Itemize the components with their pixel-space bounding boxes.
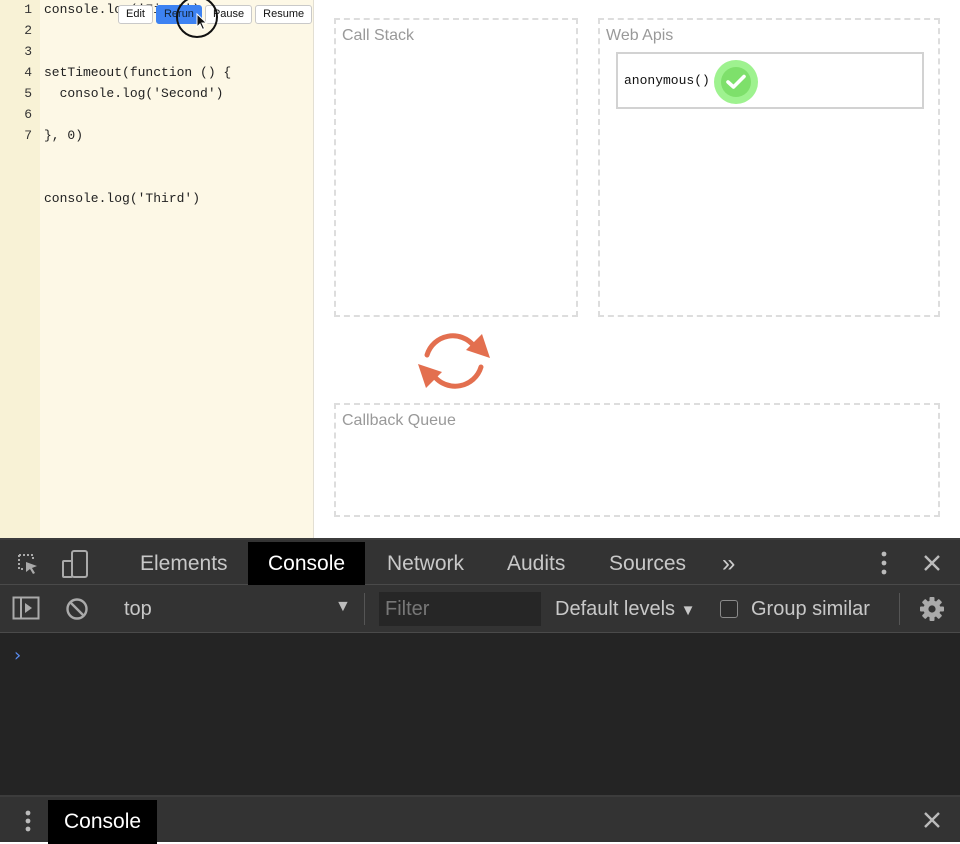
clear-console-icon[interactable] xyxy=(65,597,89,621)
toolbar-divider xyxy=(899,593,900,625)
context-selector[interactable]: top xyxy=(124,598,152,621)
tab-console[interactable]: Console xyxy=(248,542,366,585)
sidebar-toggle-icon[interactable] xyxy=(12,596,40,620)
web-api-task: anonymous() xyxy=(616,52,924,109)
tab-sources[interactable]: Sources xyxy=(609,542,686,585)
line-number: 4 xyxy=(24,65,32,80)
code-line[interactable]: console.log('Third') xyxy=(44,191,200,206)
console-drawer: Console xyxy=(0,795,960,844)
more-tabs-button[interactable]: » xyxy=(722,542,735,585)
console-toolbar: top ▼ Default levels ▼ Group similar xyxy=(0,585,960,633)
line-gutter: 1 2 3 4 5 6 7 xyxy=(0,0,40,538)
tab-audits[interactable]: Audits xyxy=(507,542,565,585)
line-number: 3 xyxy=(24,44,32,59)
web-apis-panel: Web Apis anonymous() xyxy=(598,18,940,317)
devtools: Elements Console Network Audits Sources … xyxy=(0,538,960,844)
close-icon[interactable] xyxy=(922,553,942,573)
toolbar-divider xyxy=(364,593,365,625)
filter-input[interactable] xyxy=(379,592,541,626)
devtools-tab-bar: Elements Console Network Audits Sources … xyxy=(0,538,960,585)
line-number: 2 xyxy=(24,23,32,38)
code-editor[interactable]: 1 2 3 4 5 6 7 console.log('First') setTi… xyxy=(0,0,314,538)
drawer-tab-console[interactable]: Console xyxy=(48,800,158,844)
callback-queue-title: Callback Queue xyxy=(342,412,456,429)
log-levels-dropdown[interactable]: Default levels ▼ xyxy=(555,598,695,621)
code-line[interactable]: }, 0) xyxy=(44,128,83,143)
console-prompt[interactable]: › xyxy=(14,645,21,666)
task-label: anonymous() xyxy=(624,73,710,88)
chevron-down-icon[interactable]: ▼ xyxy=(335,598,351,616)
kebab-menu-icon[interactable] xyxy=(878,550,890,576)
line-number: 5 xyxy=(24,86,32,101)
mouse-pointer-icon xyxy=(196,13,208,31)
web-apis-title: Web Apis xyxy=(606,27,674,44)
call-stack-panel: Call Stack xyxy=(334,18,578,317)
tab-elements[interactable]: Elements xyxy=(140,542,228,585)
log-levels-label: Default levels xyxy=(555,598,676,620)
gear-icon[interactable] xyxy=(919,596,945,622)
line-number: 6 xyxy=(24,107,32,122)
check-icon xyxy=(714,60,758,104)
app-area: 1 2 3 4 5 6 7 console.log('First') setTi… xyxy=(0,0,960,538)
device-toolbar-icon[interactable] xyxy=(60,549,90,579)
drawer-menu-icon[interactable] xyxy=(22,809,34,833)
group-similar-checkbox[interactable] xyxy=(720,600,738,618)
close-drawer-icon[interactable] xyxy=(922,810,942,830)
inspect-element-icon[interactable] xyxy=(16,552,40,576)
callback-queue-panel: Callback Queue xyxy=(334,403,940,517)
resume-button[interactable]: Resume xyxy=(255,5,313,24)
group-similar-label[interactable]: Group similar xyxy=(751,598,870,621)
tab-network[interactable]: Network xyxy=(387,542,464,585)
line-number: 7 xyxy=(24,128,32,143)
edit-button[interactable]: Edit xyxy=(118,5,153,24)
call-stack-title: Call Stack xyxy=(342,27,415,44)
line-number: 1 xyxy=(24,2,32,17)
chevron-down-icon: ▼ xyxy=(680,602,696,619)
code-line[interactable]: setTimeout(function () { xyxy=(44,65,231,80)
event-loop-icon xyxy=(418,333,490,389)
code-line[interactable]: console.log('Second') xyxy=(44,86,224,101)
